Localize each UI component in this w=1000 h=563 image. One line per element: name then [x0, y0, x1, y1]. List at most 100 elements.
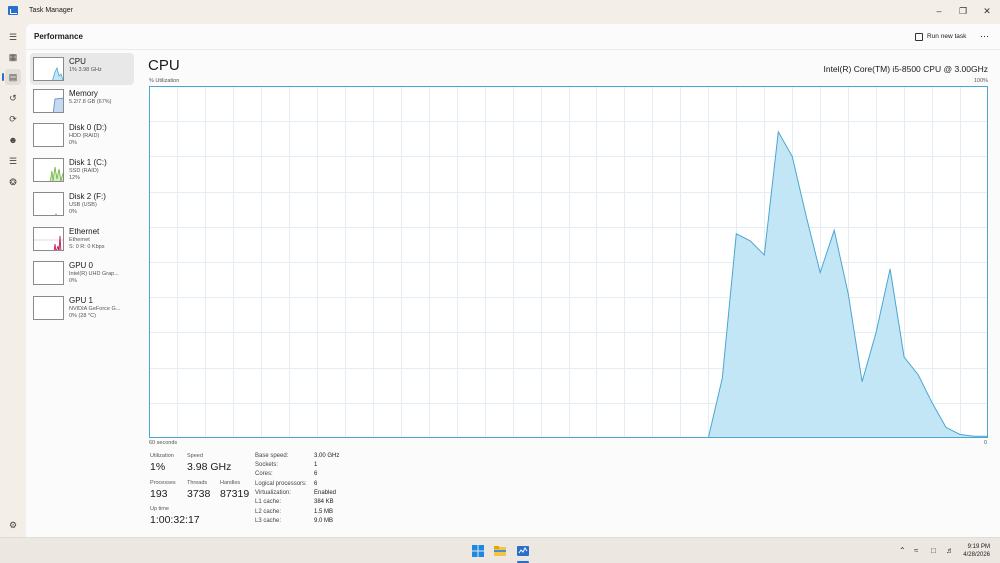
chevron-up-icon[interactable]: ⌃ — [899, 546, 906, 555]
sidebar-item-detail: Intel(R) UHD Grap... — [69, 271, 119, 277]
sidebar-item-detail: Ethernet — [69, 237, 90, 243]
speed-label: Speed — [187, 453, 203, 459]
disk-1-thumbnail — [33, 158, 64, 182]
sidebar-item-ethernet[interactable]: Ethernet Ethernet S: 0 R: 0 Kbps — [30, 223, 134, 255]
handles-value: 87319 — [220, 488, 250, 500]
cpu-model-name: Intel(R) Core(TM) i5-8500 CPU @ 3.00GHz — [823, 64, 988, 74]
sidebar-item-detail: 1% 3.98 GHz — [69, 67, 102, 73]
settings-icon[interactable]: ⚙ — [5, 517, 21, 533]
display-icon[interactable]: □ — [931, 546, 936, 555]
startup-icon[interactable]: ⟳ — [5, 111, 21, 127]
navigation-rail: ☰ ▦ ▤ ↺ ⟳ ☻ ☰ ❂ ⚙ — [0, 24, 26, 537]
details-icon[interactable]: ☰ — [5, 153, 21, 169]
cpu-heading: CPU — [148, 57, 180, 74]
spec-label: Cores: — [255, 471, 273, 477]
services-icon[interactable]: ❂ — [5, 174, 21, 190]
performance-icon[interactable]: ▤ — [2, 69, 21, 85]
processes-value: 193 — [150, 488, 168, 500]
spec-value: 1.5 MB — [314, 509, 334, 515]
task-manager-icon — [8, 6, 18, 15]
clock-time: 9:19 PM — [967, 544, 990, 550]
processes-icon[interactable]: ▦ — [5, 49, 21, 65]
sidebar-item-detail: 5.2/7.8 GB (67%) — [69, 99, 112, 105]
spec-value: Enabled — [314, 490, 337, 496]
x-axis-left-label: 60 seconds — [149, 440, 178, 446]
y-axis-max-label: 100% — [974, 78, 989, 84]
threads-value: 3738 — [187, 488, 211, 500]
menu-icon[interactable]: ☰ — [5, 29, 21, 45]
run-new-task-button[interactable]: Run new task — [915, 30, 966, 44]
sidebar-item-name: CPU — [69, 57, 86, 66]
spec-value: 6 — [314, 481, 318, 487]
sidebar-item-value: 0% (28 °C) — [69, 313, 96, 319]
sidebar-item-gpu-0[interactable]: GPU 0 Intel(R) UHD Grap... 0% — [30, 257, 134, 289]
spec-value: 3.00 GHz — [314, 453, 340, 459]
clock-date: 4/28/2026 — [963, 552, 990, 558]
ethernet-thumbnail — [33, 227, 64, 251]
spec-value: 1 — [314, 462, 318, 468]
close-button[interactable]: ✕ — [976, 3, 998, 19]
content-header: Performance Run new task ⋯ — [26, 24, 1000, 50]
y-axis-label: % Utilization — [149, 78, 180, 84]
sidebar-item-memory[interactable]: Memory 5.2/7.8 GB (67%) — [30, 85, 134, 117]
minimize-button[interactable]: – — [928, 3, 950, 19]
users-icon[interactable]: ☻ — [5, 132, 21, 148]
run-task-icon — [915, 33, 923, 41]
sidebar-item-disk-0[interactable]: Disk 0 (D:) HDD (RAID) 0% — [30, 119, 134, 151]
spec-label: Logical processors: — [255, 481, 307, 487]
spec-label: L1 cache: — [255, 499, 282, 505]
sidebar-item-gpu-1[interactable]: GPU 1 NVIDIA GeForce G... 0% (28 °C) — [30, 292, 134, 324]
sidebar-item-disk-1[interactable]: Disk 1 (C:) SSD (RAID) 12% — [30, 154, 134, 186]
sidebar-item-detail: NVIDIA GeForce G... — [69, 306, 121, 312]
disk-2-thumbnail — [33, 192, 64, 216]
sidebar-item-value: 0% — [69, 140, 77, 146]
network-icon[interactable]: ≈ — [914, 546, 918, 555]
utilization-label: Utilization — [150, 453, 174, 459]
page-title: Performance — [34, 32, 83, 41]
file-explorer-icon[interactable] — [493, 544, 507, 558]
window-title: Task Manager — [29, 7, 73, 14]
sidebar-item-cpu[interactable]: CPU 1% 3.98 GHz — [30, 53, 134, 85]
more-options-button[interactable]: ⋯ — [980, 30, 989, 42]
volume-icon[interactable]: ♬ — [946, 546, 954, 555]
sidebar-item-value: 12% — [69, 175, 81, 181]
start-icon[interactable] — [471, 544, 485, 558]
handles-label: Handles — [220, 480, 241, 486]
gpu-1-thumbnail — [33, 296, 64, 320]
uptime-label: Up time — [150, 506, 169, 512]
sidebar-item-name: Disk 2 (F:) — [69, 192, 106, 201]
spec-label: L3 cache: — [255, 518, 282, 524]
memory-thumbnail — [33, 89, 64, 113]
cpu-thumbnail — [33, 57, 64, 81]
sidebar-item-value: 0% — [69, 209, 77, 215]
sidebar-item-disk-2[interactable]: Disk 2 (F:) USB (USB) 0% — [30, 188, 134, 220]
cpu-utilization-graph — [149, 86, 988, 438]
sidebar-item-detail: USB (USB) — [69, 202, 97, 208]
spec-label: Base speed: — [255, 453, 289, 459]
task-manager-taskbar-icon[interactable] — [516, 544, 530, 558]
spec-label: Sockets: — [255, 462, 279, 468]
gpu-0-thumbnail — [33, 261, 64, 285]
sidebar-item-detail: SSD (RAID) — [69, 168, 99, 174]
sidebar-item-name: GPU 0 — [69, 261, 94, 270]
sidebar-item-value: 0% — [69, 278, 77, 284]
clock[interactable]: 9:19 PM 4/28/2026 — [963, 543, 990, 559]
taskbar: ⌃ ≈ □ ♬ 9:19 PM 4/28/2026 — [0, 537, 1000, 563]
threads-label: Threads — [187, 480, 208, 486]
sidebar-item-value: S: 0 R: 0 Kbps — [69, 244, 105, 250]
app-history-icon[interactable]: ↺ — [5, 90, 21, 106]
title-bar: Task Manager – ❐ ✕ — [0, 0, 1000, 24]
sidebar-item-detail: HDD (RAID) — [69, 133, 100, 139]
speed-value: 3.98 GHz — [187, 461, 232, 473]
sidebar-item-name: GPU 1 — [69, 296, 94, 305]
x-axis-right-label: 0 — [984, 440, 988, 446]
spec-value: 9.0 MB — [314, 518, 334, 524]
sidebar-item-name: Memory — [69, 89, 98, 98]
sidebar-item-name: Ethernet — [69, 227, 100, 236]
uptime-value: 1:00:32:17 — [150, 514, 200, 526]
sidebar-item-name: Disk 0 (D:) — [69, 123, 107, 132]
utilization-value: 1% — [150, 461, 166, 473]
run-new-task-label: Run new task — [927, 33, 967, 40]
restore-button[interactable]: ❐ — [952, 3, 974, 19]
sidebar-item-name: Disk 1 (C:) — [69, 158, 107, 167]
